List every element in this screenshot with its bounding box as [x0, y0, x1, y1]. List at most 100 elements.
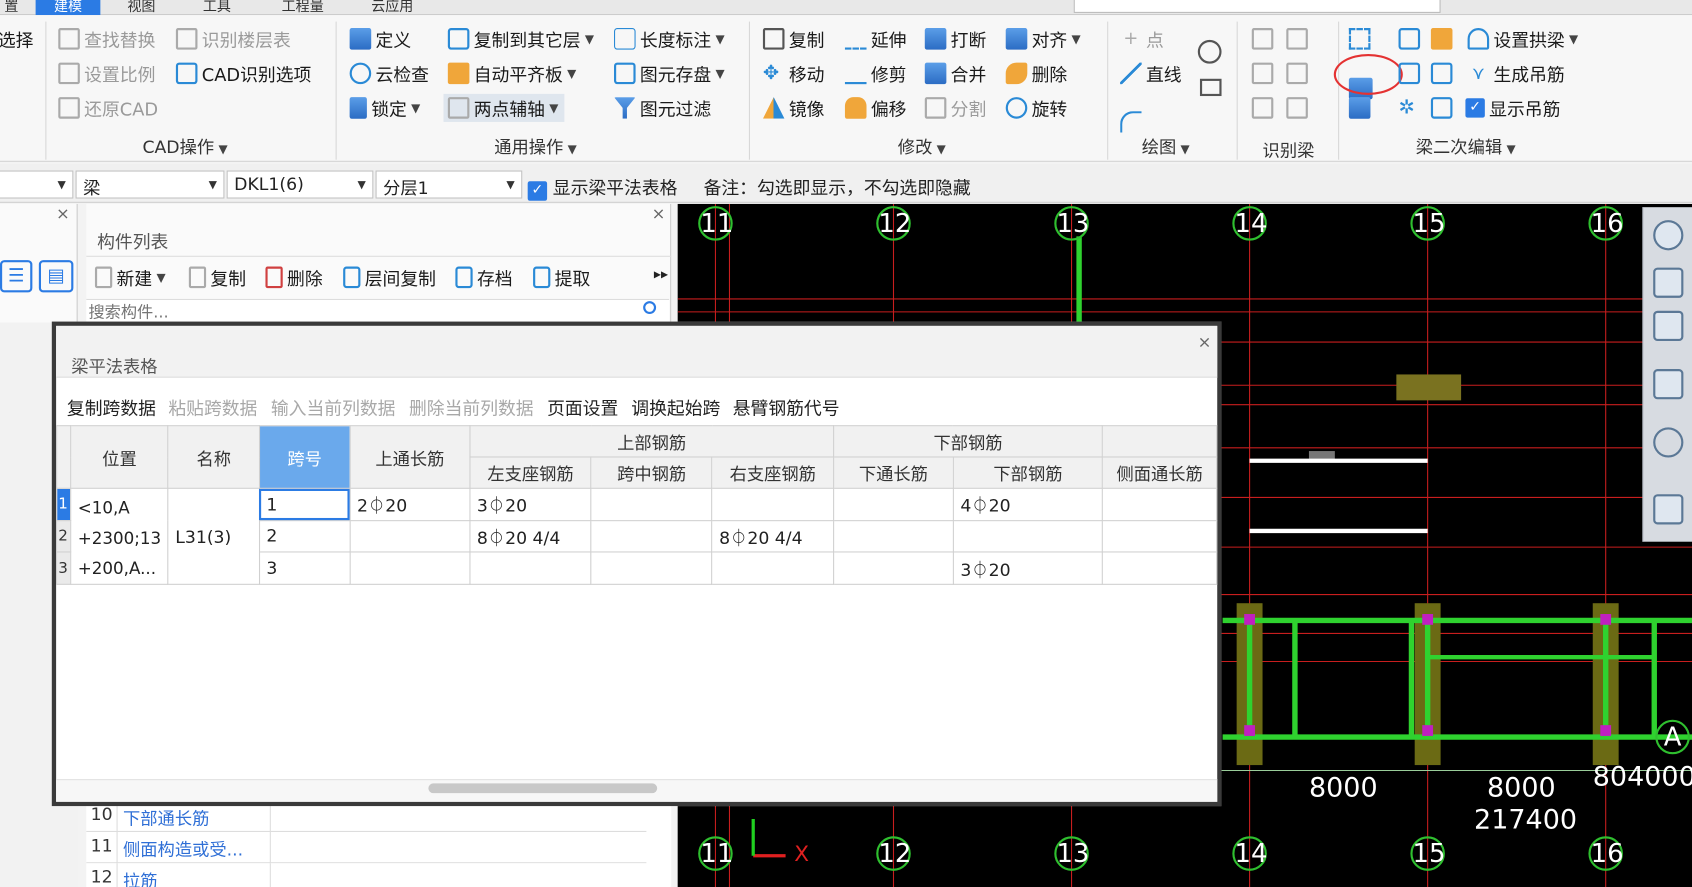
extract-button[interactable]: 提取 [533, 263, 590, 291]
extend-button[interactable]: 延伸 [844, 25, 906, 53]
bottom-through-cell[interactable] [832, 519, 954, 553]
rect-draw-icon[interactable] [1199, 78, 1222, 97]
recognize-beam-icon[interactable] [1251, 97, 1274, 119]
bottom-bar-cell[interactable] [952, 519, 1104, 553]
col-header-side-through[interactable]: 侧面通长筋 [1102, 456, 1218, 489]
rotate-view-icon[interactable] [1653, 427, 1684, 458]
more-icon[interactable]: ▸▸ [654, 267, 668, 283]
grid-view-icon[interactable] [1653, 494, 1684, 525]
name-cell[interactable]: L31(3) [167, 487, 260, 585]
beam-tool-icon[interactable] [1430, 28, 1453, 50]
property-row[interactable]: 11 侧面构造或受... [86, 831, 647, 864]
delete-button[interactable]: 删除 [1005, 59, 1067, 87]
top-left-cell[interactable]: 3⏀20 [469, 487, 592, 521]
paste-span-data-button[interactable]: 粘贴跨数据 [168, 394, 257, 420]
tab-modeling[interactable]: 建模 [35, 0, 101, 15]
merge-button[interactable]: 合并 [924, 59, 986, 87]
element-select[interactable]: DKL1(6) ▼ [226, 170, 374, 199]
group-label-general[interactable]: 通用操作 ▼ [494, 133, 577, 159]
group-label-recognize[interactable]: 识别梁 [1263, 136, 1315, 162]
tab-view[interactable]: 视图 [119, 0, 164, 15]
copy-span-data-button[interactable]: 复制跨数据 [67, 394, 156, 420]
mirror-button[interactable]: 镜像 [762, 94, 824, 122]
tab-cloud[interactable]: 云应用 [363, 0, 422, 15]
detail-view-icon[interactable]: ▤ [38, 260, 74, 293]
group-label-modify[interactable]: 修改 ▼ [898, 133, 946, 159]
top-mid-cell[interactable] [590, 519, 713, 553]
close-icon[interactable]: × [56, 204, 70, 223]
side-through-cell[interactable] [1102, 551, 1218, 585]
top-mid-cell[interactable] [590, 551, 713, 585]
top-right-cell[interactable] [711, 551, 834, 585]
row-number[interactable]: 2 [56, 519, 72, 553]
search-icon[interactable] [643, 301, 657, 315]
beam-tool-icon[interactable] [1398, 28, 1421, 50]
3d-view-icon[interactable] [1653, 267, 1684, 298]
delete-column-data-button[interactable]: 删除当前列数据 [409, 394, 534, 420]
recognize-beam-icon[interactable] [1286, 62, 1308, 85]
span-cell[interactable]: 1 [258, 487, 351, 521]
col-header-bottom-through[interactable]: 下通长筋 [832, 456, 954, 489]
rotate-button[interactable]: 旋转 [1005, 94, 1067, 122]
row-number[interactable]: 3 [56, 551, 72, 585]
span-cell[interactable]: 2 [258, 519, 351, 553]
side-through-cell[interactable] [1102, 487, 1218, 521]
top-mid-cell[interactable] [590, 487, 713, 521]
element-filter-button[interactable]: 图元过滤 [614, 94, 711, 122]
side-through-cell[interactable] [1102, 519, 1218, 553]
tab-tools[interactable]: 工具 [194, 0, 239, 15]
set-arch-beam-button[interactable]: 设置拱梁 ▼ [1467, 25, 1578, 53]
bottom-through-cell[interactable] [832, 487, 954, 521]
generate-hanger-button[interactable]: ⋎ 生成吊筋 [1468, 59, 1565, 87]
col-header-top-left[interactable]: 左支座钢筋 [469, 456, 592, 489]
top-through-cell[interactable]: 2⏀20 [349, 487, 471, 521]
bottom-bar-cell[interactable]: 4⏀20 [952, 487, 1104, 521]
beam-tool-icon[interactable] [1348, 97, 1371, 119]
auto-align-slab-button[interactable]: 自动平齐板 ▼ [447, 59, 576, 87]
move-button[interactable]: ✥ 移动 [763, 59, 825, 87]
define-button[interactable]: 定义 [349, 25, 411, 53]
recognize-beam-icon[interactable] [1286, 28, 1308, 50]
line-button[interactable]: 直线 [1120, 59, 1182, 87]
top-left-cell[interactable] [469, 551, 592, 585]
search-input[interactable] [1073, 0, 1441, 13]
set-scale-button[interactable]: 设置比例 [58, 59, 155, 87]
position-cell[interactable]: <10,A +2300;13 +200,A... [70, 487, 169, 585]
property-row[interactable]: 12 拉筋 [86, 863, 647, 887]
row-number[interactable]: 1 [56, 487, 72, 521]
delete-component-button[interactable]: 删除 [265, 263, 323, 291]
length-dim-button[interactable]: 长度标注 ▼ [614, 25, 725, 53]
align-button[interactable]: 对齐 ▼ [1005, 25, 1081, 53]
save-element-button[interactable]: 图元存盘 ▼ [614, 59, 725, 87]
layer-select[interactable]: 分层1 ▼ [375, 170, 523, 199]
interlayer-copy-button[interactable]: 层间复制 [343, 263, 436, 291]
select-button[interactable]: 选择 [0, 25, 33, 53]
lock-button[interactable]: 锁定 ▼ [349, 94, 420, 122]
cube-view-icon[interactable] [1653, 369, 1684, 400]
identify-floor-table-button[interactable]: 识别楼层表 [175, 25, 291, 53]
category-select[interactable]: ▼ [0, 170, 74, 199]
bottom-through-cell[interactable] [832, 551, 954, 585]
type-select[interactable]: 梁 ▼ [75, 170, 225, 199]
bottom-bar-cell[interactable]: 3⏀20 [952, 551, 1104, 585]
beam-tool-icon[interactable] [1348, 28, 1371, 50]
close-icon[interactable]: × [1198, 332, 1212, 351]
top-right-cell[interactable] [711, 487, 834, 521]
beam-tool-icon[interactable] [1430, 97, 1453, 119]
col-header-span[interactable]: 跨号 [258, 425, 351, 489]
recognize-beam-icon[interactable] [1251, 62, 1274, 85]
arc-draw-icon[interactable] [1120, 111, 1142, 133]
recognize-beam-icon[interactable] [1251, 28, 1274, 50]
top-view-icon[interactable] [1653, 310, 1684, 341]
span-cell[interactable]: 3 [258, 551, 351, 585]
new-button[interactable]: 新建 ▼ [94, 263, 166, 291]
col-header-top-right[interactable]: 右支座钢筋 [711, 456, 834, 489]
copy-button[interactable]: 复制 [762, 25, 824, 53]
show-hanger-toggle[interactable]: ✓ 显示吊筋 [1465, 94, 1560, 122]
top-right-cell[interactable]: 8⏀20 4/4 [711, 519, 834, 553]
copy-to-layer-button[interactable]: 复制到其它层 ▼ [447, 25, 594, 53]
col-header-bottom-bar[interactable]: 下部钢筋 [952, 456, 1104, 489]
horizontal-scrollbar[interactable] [428, 783, 658, 794]
tab-cut[interactable]: 置 [0, 0, 27, 15]
cad-options-button[interactable]: CAD识别选项 [175, 59, 311, 87]
